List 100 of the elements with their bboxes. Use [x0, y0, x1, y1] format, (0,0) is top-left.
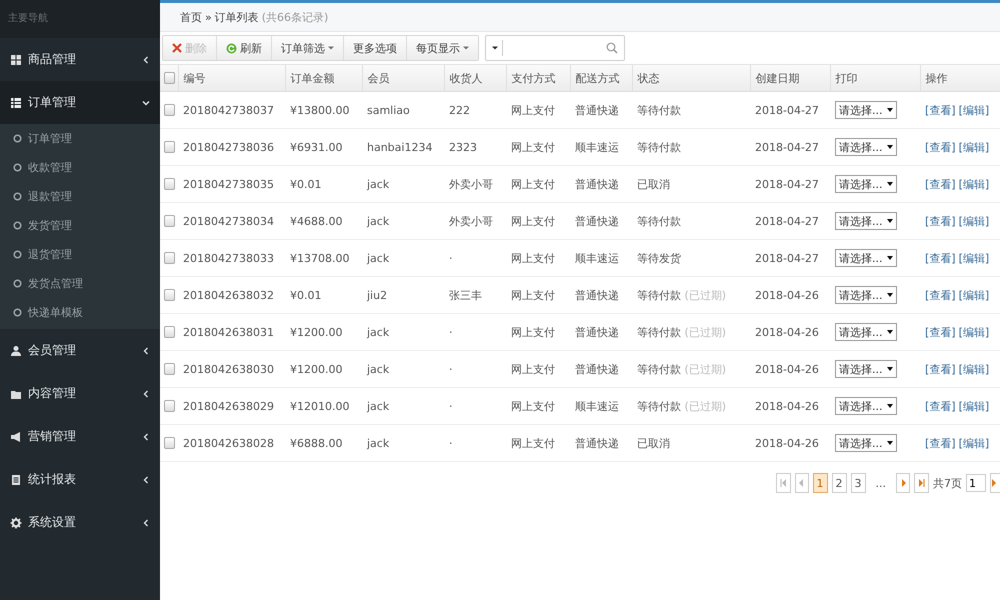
toolbar-button[interactable]: 更多选项 — [343, 36, 406, 60]
action-link[interactable]: [编辑] — [958, 400, 990, 412]
print-select[interactable]: 请选择... — [835, 101, 896, 119]
status-text: 等待付款 (已过期) — [637, 288, 726, 302]
previous-icon — [799, 479, 804, 487]
go-button[interactable] — [990, 473, 1000, 493]
action-link[interactable]: [查看] — [925, 362, 956, 376]
checkbox[interactable] — [164, 363, 175, 376]
column-header: 收货人 — [444, 65, 506, 92]
checkbox[interactable] — [164, 104, 175, 116]
toolbar-button[interactable]: 订单筛选 — [271, 36, 343, 60]
checkbox[interactable] — [164, 326, 175, 338]
page-button[interactable]: 3 — [850, 473, 866, 493]
print-select[interactable]: 请选择... — [835, 286, 896, 304]
checkbox[interactable] — [164, 72, 175, 84]
action-link[interactable]: [查看] — [925, 214, 956, 228]
toolbar-button[interactable]: 每页显示 — [406, 36, 478, 60]
table-cell: 222 — [449, 104, 470, 116]
home-link[interactable]: 首页 — [180, 10, 202, 24]
action-link[interactable]: [编辑] — [958, 104, 990, 116]
checkbox[interactable] — [164, 289, 175, 302]
megaphone-icon — [10, 430, 22, 442]
table-cell: ¥12010.00 — [290, 400, 350, 412]
action-link[interactable]: [编辑] — [958, 214, 990, 228]
action-link[interactable]: [查看] — [925, 178, 956, 190]
page-button[interactable]: 2 — [832, 473, 846, 493]
print-select[interactable]: 请选择... — [835, 360, 896, 378]
table-cell: ¥0.01 — [290, 288, 322, 302]
nav-item[interactable]: 收款管理 — [0, 153, 160, 182]
print-select[interactable]: 请选择... — [835, 434, 896, 452]
table-cell: 外卖小哥 — [449, 214, 493, 228]
nav-item[interactable]: 订单管理 — [0, 124, 160, 153]
action-link[interactable]: [查看] — [925, 326, 956, 338]
table-cell: jiu2 — [367, 288, 388, 302]
caret-icon — [886, 181, 892, 187]
print-select[interactable]: 请选择... — [835, 138, 896, 156]
nav-item[interactable]: 发货点管理 — [0, 269, 160, 298]
action-link[interactable]: [编辑] — [958, 252, 990, 264]
breadcrumb-separator: » — [205, 10, 212, 24]
status-text: 等待付款 — [637, 214, 681, 228]
table-cell: 2018042738034 — [183, 214, 274, 228]
table-cell: 2018-04-26 — [755, 288, 819, 302]
toolbar-button[interactable]: 刷新 — [216, 36, 271, 60]
page-button[interactable]: 1 — [812, 473, 828, 493]
table-cell: ¥13708.00 — [290, 252, 350, 264]
action-link[interactable]: [查看] — [925, 140, 956, 154]
action-link[interactable]: [查看] — [925, 288, 956, 302]
column-header: 会员 — [362, 65, 444, 92]
previous-page-button[interactable] — [794, 473, 808, 493]
action-link[interactable]: [编辑] — [958, 140, 990, 154]
search-field[interactable] — [485, 35, 625, 61]
checkbox[interactable] — [164, 178, 175, 190]
first-page-button[interactable] — [776, 473, 790, 493]
table-cell: 普通快递 — [575, 178, 619, 190]
settings-icon — [10, 516, 22, 528]
print-select[interactable]: 请选择... — [835, 175, 896, 193]
action-link[interactable]: [查看] — [925, 104, 956, 116]
checkbox[interactable] — [164, 400, 175, 412]
action-link[interactable]: [查看] — [925, 400, 956, 412]
action-link[interactable]: [查看] — [925, 252, 956, 264]
checkbox[interactable] — [164, 437, 175, 450]
table-cell: 2018042638029 — [183, 400, 274, 412]
print-select[interactable]: 请选择... — [835, 249, 896, 267]
table-cell: 普通快递 — [575, 326, 619, 338]
nav-item[interactable]: 退货管理 — [0, 240, 160, 269]
table-cell: 2018042738036 — [183, 140, 274, 154]
action-link[interactable]: [编辑] — [958, 362, 990, 376]
nav-item[interactable]: 发货管理 — [0, 211, 160, 240]
table-cell: 2018-04-26 — [755, 400, 819, 412]
chevron-left-icon — [142, 346, 150, 354]
action-link[interactable]: [查看] — [925, 436, 956, 450]
table-cell: 网上支付 — [511, 288, 555, 302]
first-page-icon — [780, 479, 786, 487]
print-select[interactable]: 请选择... — [835, 212, 896, 230]
circle-icon — [13, 250, 22, 259]
action-link[interactable]: [编辑] — [958, 326, 990, 338]
table-cell: 2323 — [449, 140, 477, 154]
next-page-button[interactable] — [896, 473, 910, 493]
close-icon — [172, 43, 182, 53]
table-cell: 网上支付 — [511, 326, 555, 338]
page-title: 订单列表 — [214, 10, 259, 24]
print-select[interactable]: 请选择... — [835, 323, 896, 341]
nav-item[interactable]: 退款管理 — [0, 182, 160, 211]
nav-group[interactable]: 订单管理 — [0, 81, 160, 124]
action-link[interactable]: [编辑] — [958, 178, 990, 190]
nav-item[interactable]: 快递单模板 — [0, 298, 160, 327]
table-cell: samliao — [367, 104, 410, 116]
page-input[interactable]: 1 — [966, 474, 986, 492]
circle-icon — [13, 134, 22, 143]
checkbox[interactable] — [164, 141, 175, 154]
caret-icon — [328, 45, 334, 51]
checkbox[interactable] — [164, 215, 175, 228]
action-link[interactable]: [编辑] — [958, 288, 990, 302]
chevron-down-icon — [142, 98, 150, 106]
print-select[interactable]: 请选择... — [835, 397, 896, 415]
sidebar-title: 主要导航 — [0, 0, 160, 38]
action-link[interactable]: [编辑] — [958, 436, 990, 450]
last-page-button[interactable] — [914, 473, 929, 493]
checkbox[interactable] — [164, 252, 175, 264]
status-text: 等待付款 (已过期) — [637, 362, 726, 376]
